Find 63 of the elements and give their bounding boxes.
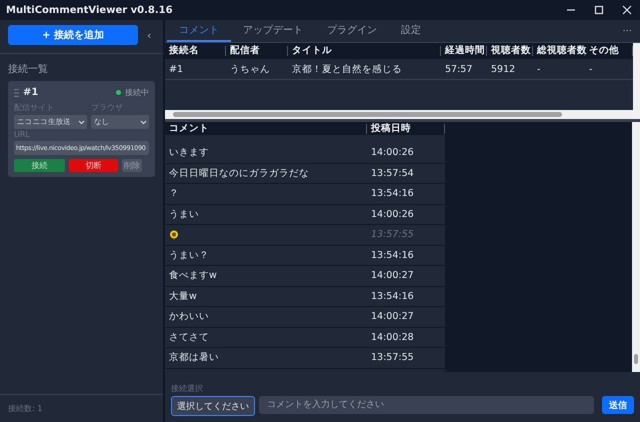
tab[interactable]: 設定 xyxy=(389,20,433,42)
column-header: タイトル xyxy=(288,46,441,56)
connection-select[interactable]: 選択してください xyxy=(171,396,255,416)
table-cell-text: うちゃん xyxy=(229,62,271,76)
table-cell-text: 京都！夏と自然を感じる xyxy=(291,62,403,76)
comment-time: 13:57:55 xyxy=(370,352,415,364)
column-header: 視聴者数 xyxy=(487,46,533,56)
table-cell-text: - xyxy=(588,64,594,74)
column-header: 配信者 xyxy=(226,46,288,56)
comment-time: 14:00:26 xyxy=(370,147,415,158)
delete-button[interactable]: 削除 xyxy=(122,159,142,172)
close-icon[interactable] xyxy=(622,5,632,15)
comment-text: ？ xyxy=(168,187,180,200)
more-button[interactable]: ··· xyxy=(622,20,640,42)
field-label: 接続選択 xyxy=(171,383,204,394)
chevron-icon xyxy=(78,120,85,124)
maximize-icon[interactable] xyxy=(594,5,604,15)
vertical-scrollbar[interactable] xyxy=(633,43,640,119)
comment-text: さてさて xyxy=(168,330,210,344)
add-connection-button[interactable]: + 接続を追加 xyxy=(8,25,138,45)
table-cell-text: 5912 xyxy=(490,64,516,74)
drag-handle-icon[interactable] xyxy=(14,88,19,96)
connect-button[interactable]: 接続 xyxy=(14,159,65,172)
send-button[interactable]: 送信 xyxy=(602,396,634,414)
comment-text: 食べますw xyxy=(168,269,218,282)
tab[interactable]: プラグイン xyxy=(315,20,389,42)
comment-time: 13:54:16 xyxy=(370,250,415,261)
comment-time: 14:00:27 xyxy=(370,270,415,282)
collapse-button[interactable]: ‹ xyxy=(147,28,152,42)
table-cell-text: #1 xyxy=(168,64,184,74)
comment-text: 今日日曜日なのにガラガラだな xyxy=(168,166,310,180)
connection-name: #1 xyxy=(23,87,38,98)
column-header: コメント xyxy=(165,124,367,134)
comment-time: 13:54:16 xyxy=(370,188,415,200)
comment-input[interactable]: コメントを入力してください xyxy=(259,396,594,414)
comment-time: 13:54:16 xyxy=(370,290,415,302)
table-cell-text: - xyxy=(536,64,542,74)
vertical-scrollbar[interactable] xyxy=(632,122,640,372)
comment-time: 14:00:28 xyxy=(370,332,415,343)
connection-status: 接続中 xyxy=(125,87,149,98)
column-header: 総視聴者数 xyxy=(533,46,585,56)
section-title: 接続一覧 xyxy=(8,62,49,76)
comment-text: かわいい xyxy=(168,310,210,324)
comment-time: 13:57:55 xyxy=(370,229,415,240)
connection-count: 接続数: 1 xyxy=(8,404,42,413)
comment-text: 大量w xyxy=(168,290,198,303)
tab[interactable]: アップデート xyxy=(231,20,315,42)
disconnect-button[interactable]: 切断 xyxy=(69,159,118,172)
comment-time: 13:57:54 xyxy=(370,168,415,179)
horizontal-scrollbar[interactable] xyxy=(165,110,633,119)
sunflower-icon xyxy=(169,230,179,240)
window-title: MultiCommentViewer v0.8.16 xyxy=(6,4,173,16)
status-dot xyxy=(116,90,121,95)
column-header: 経過時間 xyxy=(441,46,487,56)
column-header: 接続名 xyxy=(165,46,226,56)
chevron-icon xyxy=(140,120,147,124)
comment-text: 京都は暑い xyxy=(168,351,220,364)
comment-text: いきます xyxy=(168,146,210,160)
comment-time: 14:00:26 xyxy=(370,208,415,220)
comment-text: うまい xyxy=(168,208,200,221)
table-cell-text: 57:57 xyxy=(444,64,474,74)
comment-time: 14:00:27 xyxy=(370,311,415,322)
comment-text: うまい？ xyxy=(168,248,210,262)
